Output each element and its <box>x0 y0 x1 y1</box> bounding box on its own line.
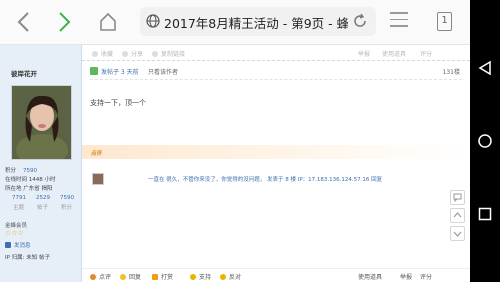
rate-button[interactable]: 评分 <box>420 49 432 58</box>
count-posts[interactable]: 2529 <box>36 195 50 201</box>
support-button[interactable]: 支持 <box>190 272 211 281</box>
avatar-image <box>12 86 71 159</box>
forward-button[interactable] <box>50 8 80 36</box>
post-top-toolbar: 收藏 分享 复制链接 举报 使用道具 评分 <box>82 47 470 61</box>
rater-avatar[interactable] <box>92 173 104 185</box>
rating-comment: 一直在 很久，不管你来没了，你觉得的没问题， 发表于 8 楼 IP：17.183… <box>148 175 382 183</box>
thumbs-up-icon <box>190 274 196 280</box>
report-button[interactable]: 举报 <box>358 49 370 58</box>
toolbar-label: 收藏 <box>101 51 114 58</box>
home-icon <box>100 12 116 31</box>
stat-value: 7590 <box>23 168 38 174</box>
favorite-button[interactable]: 收藏 <box>92 49 113 58</box>
forum-page: 彼岸花开 积分 7590 在线时间 1448 小时 所在地 广东省 揭阳 779… <box>0 45 470 282</box>
back-triangle-icon[interactable] <box>477 60 493 76</box>
member-group: 金蜂会员 <box>5 223 28 229</box>
mail-icon <box>5 242 11 248</box>
comment-icon <box>90 274 96 280</box>
stat-jifen: 积分 7590 <box>5 166 37 174</box>
use-tool-button[interactable]: 使用道具 <box>382 49 406 58</box>
action-label: 回复 <box>129 274 142 281</box>
globe-icon <box>146 14 160 28</box>
stat-label: 所在地 <box>5 186 22 192</box>
side-comment-button[interactable] <box>450 190 465 205</box>
action-label: 打赏 <box>161 274 174 281</box>
reload-icon[interactable] <box>351 12 369 30</box>
arrow-up-icon <box>453 212 462 218</box>
stat-label: 积分 <box>5 168 17 174</box>
avatar[interactable] <box>11 85 72 160</box>
oppose-button[interactable]: 反对 <box>220 272 241 281</box>
arrow-down-icon <box>453 231 462 237</box>
menu-button[interactable] <box>390 12 408 32</box>
count-label: 积分 <box>61 205 73 211</box>
share-button[interactable]: 分享 <box>122 49 143 58</box>
comment-button[interactable]: 点评 <box>90 272 111 281</box>
chevron-left-icon <box>17 12 29 32</box>
star-icon <box>92 51 98 57</box>
reward-button[interactable]: 打赏 <box>152 272 173 281</box>
count-label: 帖子 <box>37 205 49 211</box>
stat-location: 所在地 广东省 揭阳 <box>5 184 53 192</box>
thumbs-down-icon <box>220 274 226 280</box>
page-title-text: 2017年8月精王活动 - 第9页 - 蜂友... <box>164 16 348 31</box>
send-message-label: 发消息 <box>14 243 31 249</box>
browser-toolbar: 2017年8月精王活动 - 第9页 - 蜂友... 1 <box>0 0 470 45</box>
stat-label: 在线时间 <box>5 177 28 183</box>
online-badge-icon <box>90 67 98 75</box>
only-author-link[interactable]: 只看该作者 <box>148 67 178 76</box>
rating-section-header: 点评 <box>82 145 470 159</box>
side-top-button[interactable] <box>450 208 465 223</box>
recents-square-icon[interactable] <box>477 206 493 222</box>
author-sidebar: 彼岸花开 积分 7590 在线时间 1448 小时 所在地 广东省 揭阳 779… <box>0 45 82 282</box>
copy-link-button[interactable]: 复制链接 <box>152 49 185 58</box>
rating-comment-text: 一直在 很久，不管你来没了，你觉得的没问题， 发表于 8 楼 IP：17.183… <box>148 177 383 183</box>
count-label: 主题 <box>13 205 25 211</box>
use-tool-button-bottom[interactable]: 使用道具 <box>358 272 382 281</box>
toolbar-label: 复制链接 <box>161 51 186 58</box>
home-circle-icon[interactable] <box>477 133 493 149</box>
rating-label: 点评 <box>91 151 103 157</box>
link-icon <box>152 51 158 57</box>
ip-info: IP 归属: 未知 帖子 <box>5 255 51 261</box>
stat-value: 1448 小时 <box>28 177 56 183</box>
floor-number[interactable]: 131楼 <box>443 67 460 76</box>
home-button[interactable] <box>93 8 123 36</box>
menu-line <box>390 25 408 27</box>
post-content: 支持一下，顶一个 <box>90 99 146 107</box>
system-nav-bar <box>470 0 500 282</box>
count-points[interactable]: 7590 <box>60 195 74 201</box>
action-label: 支持 <box>199 274 212 281</box>
count-topics[interactable]: 7791 <box>12 195 26 201</box>
send-message-link[interactable]: 发消息 <box>5 241 31 249</box>
rate-button-bottom[interactable]: 评分 <box>420 272 432 281</box>
reply-icon <box>120 274 126 280</box>
report-button-bottom[interactable]: 举报 <box>400 272 412 281</box>
post-badge: 发帖子 3 天前 <box>101 69 139 76</box>
author-name[interactable]: 彼岸花开 <box>11 68 37 78</box>
stat-value: 广东省 揭阳 <box>23 186 53 192</box>
action-label: 点评 <box>99 274 112 281</box>
toolbar-label: 分享 <box>131 51 144 58</box>
back-button[interactable] <box>8 8 38 36</box>
tab-switcher-button[interactable]: 1 <box>437 12 452 31</box>
stat-online: 在线时间 1448 小时 <box>5 175 56 183</box>
menu-line <box>390 12 408 14</box>
chevron-right-icon <box>59 12 71 32</box>
share-icon <box>122 51 128 57</box>
post-header: 发帖子 3 天前 只看该作者 131楼 <box>90 66 462 80</box>
menu-line <box>390 18 408 20</box>
address-bar[interactable]: 2017年8月精王活动 - 第9页 - 蜂友... <box>140 7 376 36</box>
comment-icon <box>453 193 462 202</box>
action-label: 反对 <box>229 274 242 281</box>
pencil-icon <box>152 274 158 280</box>
post-action-bar: 点评 回复 打赏 支持 反对 使用道具 举报 评分 <box>82 268 470 282</box>
side-bottom-button[interactable] <box>450 226 465 241</box>
reply-button[interactable]: 回复 <box>120 272 141 281</box>
member-stars: ☆☆☆ <box>5 229 24 237</box>
